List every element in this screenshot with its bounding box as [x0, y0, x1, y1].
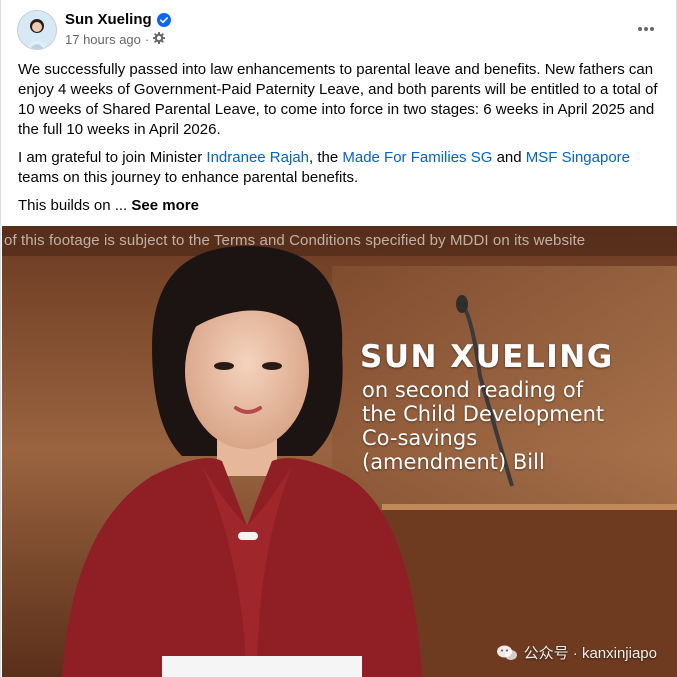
- footage-disclaimer: of this footage is subject to the Terms …: [4, 232, 586, 249]
- paragraph-text: teams on this journey to enhance parenta…: [18, 169, 359, 186]
- paragraph-text: , the: [309, 149, 343, 166]
- caption-line: Co-savings: [362, 426, 478, 450]
- mention-link-msf-singapore[interactable]: MSF Singapore: [526, 149, 630, 166]
- post-paragraph-3: This builds on ... See more: [18, 196, 658, 216]
- mention-link-made-for-families-sg[interactable]: Made For Families SG: [342, 149, 492, 166]
- paragraph-text: and: [492, 149, 526, 166]
- caption-line: on second reading of: [362, 378, 584, 402]
- post-video-thumbnail[interactable]: of this footage is subject to the Terms …: [2, 226, 677, 677]
- post-paragraph-1: We successfully passed into law enhancem…: [18, 61, 658, 138]
- author-avatar[interactable]: [18, 11, 56, 49]
- post-meta: 17 hours ago ·: [65, 31, 166, 47]
- more-horizontal-icon[interactable]: [628, 14, 664, 44]
- author-name[interactable]: Sun Xueling: [65, 11, 152, 28]
- wechat-icon: [496, 644, 518, 662]
- caption-line: (amendment) Bill: [362, 450, 545, 474]
- wechat-watermark: 公众号 · kanxinjiapo: [496, 642, 657, 663]
- video-caption-subtitle: on second reading of the Child Developme…: [362, 378, 662, 474]
- author-name-row: Sun Xueling: [65, 11, 171, 28]
- paragraph-text: This builds on ...: [18, 197, 132, 214]
- mention-link-indranee-rajah[interactable]: Indranee Rajah: [206, 149, 309, 166]
- post-header: Sun Xueling 17 hours ago ·: [1, 0, 677, 58]
- meta-separator: ·: [144, 32, 150, 47]
- post-paragraph-2: I am grateful to join Minister Indranee …: [18, 148, 658, 188]
- see-more-button[interactable]: See more: [131, 197, 199, 214]
- facebook-post: Sun Xueling 17 hours ago · We successful…: [0, 0, 677, 677]
- post-timestamp[interactable]: 17 hours ago: [65, 32, 141, 47]
- post-body: We successfully passed into law enhancem…: [18, 60, 658, 224]
- watermark-text: 公众号 · kanxinjiapo: [523, 645, 657, 662]
- video-caption-title: SUN XUELING: [360, 339, 614, 375]
- paragraph-text: I am grateful to join Minister: [18, 149, 207, 166]
- gear-icon[interactable]: [153, 31, 166, 47]
- verified-badge-icon: [156, 12, 171, 27]
- caption-line: the Child Development: [362, 402, 605, 426]
